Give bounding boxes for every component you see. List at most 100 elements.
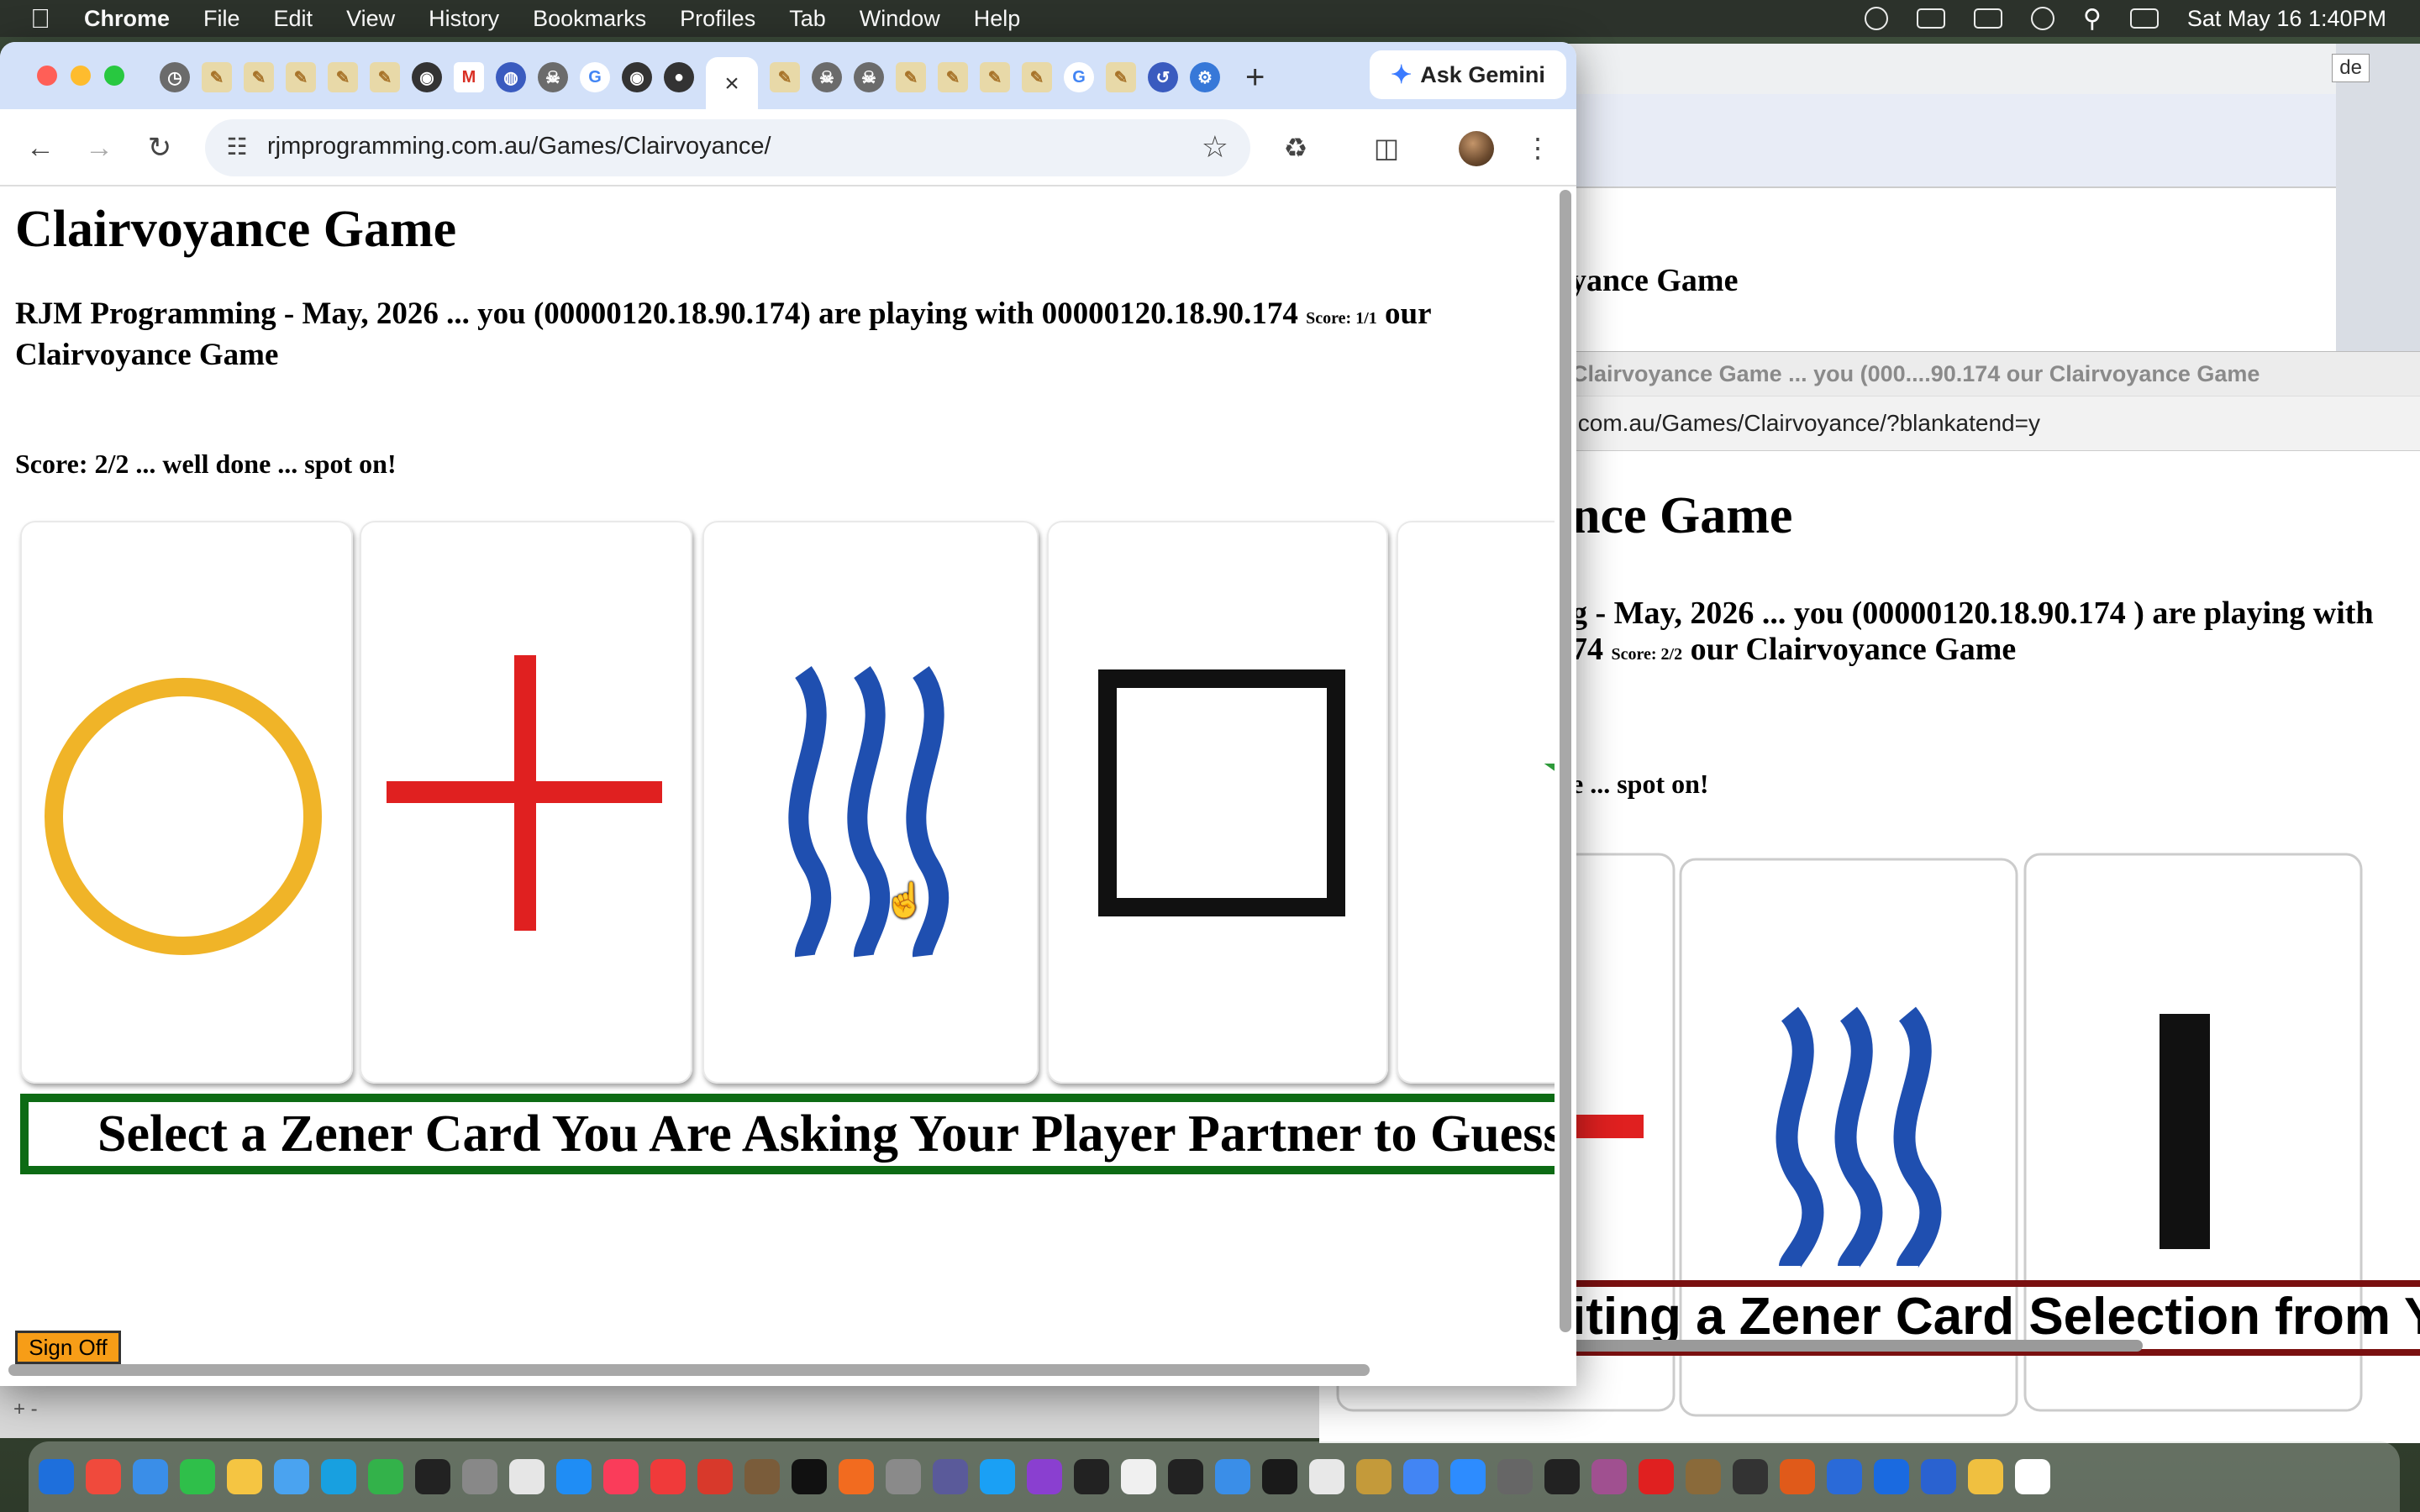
close-window-button[interactable] xyxy=(37,66,57,86)
dock-app-icon[interactable] xyxy=(1733,1459,1768,1494)
tab-pen-icon[interactable]: ✎ xyxy=(770,62,800,92)
dock-app-icon[interactable] xyxy=(462,1459,497,1494)
menu-edit[interactable]: Edit xyxy=(274,6,313,32)
tab-chrome-icon[interactable]: ◉ xyxy=(622,62,652,92)
dock-app-icon[interactable] xyxy=(1639,1459,1674,1494)
address-url[interactable]: rjmprogramming.com.au/Games/Clairvoyance… xyxy=(267,133,771,160)
dock-app-icon[interactable] xyxy=(1215,1459,1250,1494)
dock-app-icon[interactable] xyxy=(1168,1459,1203,1494)
tab-clock-icon[interactable]: ◷ xyxy=(160,62,190,92)
tab-skull-icon[interactable]: ☠ xyxy=(538,62,568,92)
sign-off-button[interactable]: Sign Off xyxy=(15,1331,121,1364)
dock-app-icon[interactable] xyxy=(1450,1459,1486,1494)
dock-app-icon[interactable] xyxy=(1074,1459,1109,1494)
menu-view[interactable]: View xyxy=(346,6,395,32)
zener-card-star[interactable] xyxy=(1397,521,1555,1084)
dock-app-icon[interactable] xyxy=(1027,1459,1062,1494)
dock-app-icon[interactable] xyxy=(603,1459,639,1494)
battery-icon[interactable] xyxy=(1973,8,2002,29)
tab-pen-icon[interactable]: ✎ xyxy=(286,62,316,92)
tab-google-icon[interactable]: G xyxy=(1064,62,1094,92)
main-browser-window[interactable]: ◷ ✎ ✎ ✎ ✎ ✎ ◉ M ◍ ☠ G ◉ ● × ✎ ☠ ☠ ✎ ✎ ✎ … xyxy=(0,42,1576,1386)
new-tab-button[interactable]: + xyxy=(1245,59,1265,97)
tab-chrome-icon[interactable]: ◉ xyxy=(412,62,442,92)
dock-app-icon[interactable] xyxy=(886,1459,921,1494)
dock-app-icon[interactable] xyxy=(1921,1459,1956,1494)
site-info-icon[interactable]: ☷ xyxy=(222,133,252,163)
bookmark-star-icon[interactable]: ☆ xyxy=(1202,129,1228,165)
tab-pen-icon[interactable]: ✎ xyxy=(244,62,274,92)
dock-app-icon[interactable] xyxy=(86,1459,121,1494)
finder-controls[interactable]: + - xyxy=(13,1398,38,1421)
dock-app-icon[interactable] xyxy=(650,1459,686,1494)
dock-app-icon[interactable] xyxy=(1780,1459,1815,1494)
dock-app-icon[interactable] xyxy=(509,1459,544,1494)
menu-file[interactable]: File xyxy=(203,6,240,32)
dock-app-icon[interactable] xyxy=(933,1459,968,1494)
dock-app-icon[interactable] xyxy=(1591,1459,1627,1494)
dock-app-icon[interactable] xyxy=(321,1459,356,1494)
tab-dark-circle-icon[interactable]: ● xyxy=(664,62,694,92)
back-arrow-icon[interactable]: ← xyxy=(20,128,60,168)
screen-mirroring-icon[interactable] xyxy=(2030,7,2054,30)
dock-app-icon[interactable] xyxy=(39,1459,74,1494)
menu-chrome[interactable]: Chrome xyxy=(84,6,170,32)
zener-card-cross[interactable] xyxy=(360,521,692,1084)
extensions-puzzle-icon[interactable]: ♻ xyxy=(1277,129,1314,166)
dock-app-icon[interactable] xyxy=(274,1459,309,1494)
tab-pen-icon[interactable]: ✎ xyxy=(938,62,968,92)
horizontal-scroll-thumb[interactable] xyxy=(8,1364,1370,1376)
dock-app-icon[interactable] xyxy=(1356,1459,1392,1494)
dock-app-icon[interactable] xyxy=(980,1459,1015,1494)
zener-card-square[interactable] xyxy=(1047,521,1388,1084)
vertical-scrollbar[interactable] xyxy=(1558,190,1573,1332)
dock-app-icon[interactable] xyxy=(1544,1459,1580,1494)
tab-pen-icon[interactable]: ✎ xyxy=(328,62,358,92)
menu-window[interactable]: Window xyxy=(860,6,940,32)
menu-profiles[interactable]: Profiles xyxy=(680,6,755,32)
dock-app-icon[interactable] xyxy=(1309,1459,1344,1494)
vertical-scroll-thumb[interactable] xyxy=(1560,190,1571,1332)
dock-app-icon[interactable] xyxy=(415,1459,450,1494)
dock-app-icon[interactable] xyxy=(839,1459,874,1494)
dock-app-icon[interactable] xyxy=(227,1459,262,1494)
tab-google-icon[interactable]: G xyxy=(580,62,610,92)
profile-avatar[interactable] xyxy=(1459,131,1494,166)
apple-menu-icon[interactable]:  xyxy=(30,3,50,34)
spotlight-search-icon[interactable]: ⚲ xyxy=(2083,4,2102,34)
horizontal-scrollbar[interactable] xyxy=(8,1364,1370,1378)
status-app-icon[interactable] xyxy=(1864,7,1888,30)
tab-pen-icon[interactable]: ✎ xyxy=(896,62,926,92)
minimize-window-button[interactable] xyxy=(71,66,91,86)
zener-card-circle[interactable] xyxy=(20,521,353,1084)
tab-history-icon[interactable]: ↺ xyxy=(1148,62,1178,92)
dock-app-icon[interactable] xyxy=(2015,1459,2050,1494)
dock-app-icon[interactable] xyxy=(1686,1459,1721,1494)
dock-app-icon[interactable] xyxy=(1497,1459,1533,1494)
dock-app-icon[interactable] xyxy=(744,1459,780,1494)
tab-pen-icon[interactable]: ✎ xyxy=(1106,62,1136,92)
dock-app-icon[interactable] xyxy=(180,1459,215,1494)
menu-help[interactable]: Help xyxy=(974,6,1021,32)
dock-app-icon[interactable] xyxy=(368,1459,403,1494)
finder-window-strip[interactable]: + - xyxy=(0,1386,1319,1438)
forward-arrow-icon[interactable]: → xyxy=(79,128,119,168)
dock-app-icon[interactable] xyxy=(1968,1459,2003,1494)
address-bar[interactable]: ☷ rjmprogramming.com.au/Games/Clairvoyan… xyxy=(205,119,1250,176)
menu-history[interactable]: History xyxy=(429,6,499,32)
menubar-clock[interactable]: Sat May 16 1:40PM xyxy=(2187,6,2386,32)
reload-icon[interactable]: ↻ xyxy=(139,128,180,168)
dock-app-icon[interactable] xyxy=(556,1459,592,1494)
dock-app-icon[interactable] xyxy=(1827,1459,1862,1494)
zoom-window-button[interactable] xyxy=(104,66,124,86)
menu-tab[interactable]: Tab xyxy=(789,6,826,32)
tab-search-icon[interactable]: ◫ xyxy=(1368,129,1405,166)
dock-app-icon[interactable] xyxy=(792,1459,827,1494)
tab-settings-gear-icon[interactable]: ⚙ xyxy=(1190,62,1220,92)
dock-app-icon[interactable] xyxy=(697,1459,733,1494)
display-icon[interactable] xyxy=(1916,8,1945,29)
tab-pen-icon[interactable]: ✎ xyxy=(1022,62,1052,92)
tab-pen-icon[interactable]: ✎ xyxy=(202,62,232,92)
tab-blue-icon[interactable]: ◍ xyxy=(496,62,526,92)
tab-skull-icon[interactable]: ☠ xyxy=(854,62,884,92)
